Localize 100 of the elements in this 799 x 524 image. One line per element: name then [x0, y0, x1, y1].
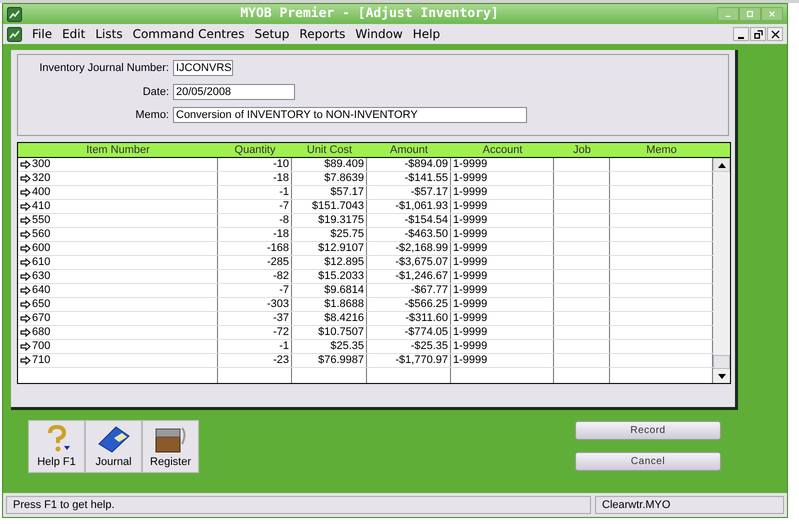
- table-cell: 680: [32, 326, 50, 339]
- field-label: Date:: [142, 84, 170, 100]
- menu-item[interactable]: Command Centres: [132, 25, 244, 43]
- table-cell: -$1,246.67: [395, 270, 448, 283]
- scrollbar[interactable]: [713, 158, 730, 383]
- row-arrow-icon[interactable]: [20, 258, 31, 267]
- toolbar-button[interactable]: Register: [142, 420, 199, 473]
- column-header: Item Number: [85, 143, 151, 157]
- row-arrow-icon[interactable]: [20, 356, 31, 365]
- table-cell: 400: [32, 186, 50, 199]
- table-cell: 1-9999: [453, 242, 488, 255]
- menu-item[interactable]: Reports: [299, 25, 346, 43]
- table-cell: 600: [32, 242, 50, 255]
- toolbar-button[interactable]: Journal: [85, 420, 142, 473]
- book-icon: [96, 424, 132, 454]
- window-title: MYOB Premier - [Adjust Inventory]: [239, 5, 500, 24]
- table-cell: 640: [32, 284, 50, 297]
- row-arrow-icon[interactable]: [20, 160, 31, 169]
- table-cell: -18: [273, 172, 289, 185]
- table-cell: -$894.09: [404, 158, 448, 171]
- input-field[interactable]: IJCONVRS: [173, 60, 233, 76]
- table-cell: 550: [32, 214, 50, 227]
- input-field[interactable]: 20/05/2008: [173, 84, 295, 100]
- table-cell: $7.8639: [324, 172, 364, 185]
- scroll-thumb[interactable]: [713, 355, 730, 369]
- table-cell: 610: [32, 256, 50, 269]
- column-header: Account: [482, 143, 524, 157]
- table-cell: 710: [32, 354, 50, 367]
- table-cell: $19.3175: [318, 214, 364, 227]
- table-cell: -$67.77: [410, 284, 448, 297]
- table-cell: -$2,168.99: [395, 242, 448, 255]
- menu-item[interactable]: File: [32, 25, 52, 43]
- table-cell: 1-9999: [453, 158, 488, 171]
- close-icon: [768, 10, 776, 18]
- restore-icon: [754, 30, 762, 38]
- table-cell: -18: [273, 228, 289, 241]
- row-arrow-icon[interactable]: [20, 174, 31, 183]
- table-cell: -7: [279, 200, 289, 213]
- table-cell: 1-9999: [453, 186, 488, 199]
- row-arrow-icon[interactable]: [20, 216, 31, 225]
- table-cell: -$3,675.07: [395, 256, 448, 269]
- table-cell: $25.75: [330, 228, 364, 241]
- table-cell: $9.6814: [324, 284, 364, 297]
- menu-item[interactable]: Edit: [62, 25, 86, 43]
- row-arrow-icon[interactable]: [20, 300, 31, 309]
- table-cell: -$311.60: [405, 312, 448, 325]
- row-arrow-icon[interactable]: [20, 328, 31, 337]
- minimize-button[interactable]: [733, 27, 749, 41]
- table-cell: 1-9999: [453, 200, 488, 213]
- table-cell: $12.9107: [318, 242, 364, 255]
- close-button[interactable]: [767, 27, 783, 41]
- table-cell: -10: [273, 158, 289, 171]
- table-cell: -23: [273, 354, 289, 367]
- table-cell: $10.7507: [318, 326, 364, 339]
- table-cell: 670: [32, 312, 50, 325]
- table-cell: $1.8688: [324, 298, 364, 311]
- table-cell: -$141.55: [404, 172, 448, 185]
- table-cell: 1-9999: [453, 298, 488, 311]
- row-arrow-icon[interactable]: [20, 244, 31, 253]
- maximize-icon: [746, 10, 754, 18]
- table-cell: $89.409: [324, 158, 364, 171]
- table-cell: 1-9999: [453, 228, 488, 241]
- maximize-button[interactable]: [739, 7, 761, 21]
- table-cell: 1-9999: [453, 256, 488, 269]
- table-cell: -82: [273, 270, 289, 283]
- action-button[interactable]: Record: [575, 421, 721, 440]
- menu-item[interactable]: Help: [412, 25, 440, 43]
- close-icon: [770, 30, 780, 38]
- table-cell: 700: [32, 340, 50, 353]
- row-arrow-icon[interactable]: [20, 286, 31, 295]
- row-arrow-icon[interactable]: [20, 188, 31, 197]
- menu-item[interactable]: Window: [355, 25, 403, 43]
- column-header: Unit Cost: [306, 143, 354, 157]
- table-cell: 320: [32, 172, 50, 185]
- table-cell: -1: [279, 186, 289, 199]
- table-cell: -303: [266, 298, 289, 311]
- table-cell: $15.2033: [318, 270, 364, 283]
- menu-item[interactable]: Lists: [95, 25, 123, 43]
- table-cell: -$25.35: [410, 340, 448, 353]
- scroll-up-button[interactable]: [713, 158, 730, 172]
- row-arrow-icon[interactable]: [20, 272, 31, 281]
- down-triangle-icon: [718, 374, 726, 378]
- menu-item[interactable]: Setup: [254, 25, 290, 43]
- table-cell: 650: [32, 298, 50, 311]
- field-label: Inventory Journal Number:: [38, 61, 170, 76]
- toolbar-button[interactable]: Help F1: [28, 420, 85, 473]
- table-cell: 560: [32, 228, 50, 241]
- action-button[interactable]: Cancel: [575, 452, 721, 471]
- table-cell: -168: [266, 242, 289, 255]
- row-arrow-icon[interactable]: [20, 342, 31, 351]
- row-arrow-icon[interactable]: [20, 230, 31, 239]
- input-field[interactable]: Conversion of INVENTORY to NON-INVENTORY: [173, 107, 527, 124]
- table-cell: $151.7043: [312, 200, 364, 213]
- status-text: Press F1 to get help.: [6, 496, 591, 514]
- field-label: Memo:: [134, 108, 170, 123]
- table-cell: -285: [266, 256, 289, 269]
- row-arrow-icon[interactable]: [20, 202, 31, 211]
- restore-button[interactable]: [750, 27, 766, 41]
- table-cell: -$1,770.97: [395, 354, 448, 367]
- row-arrow-icon[interactable]: [20, 314, 31, 323]
